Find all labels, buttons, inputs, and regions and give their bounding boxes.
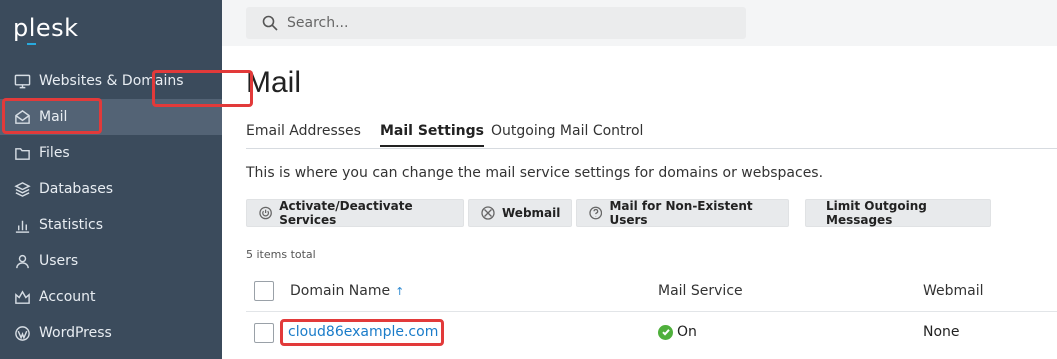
- mail-service-status: On: [658, 324, 697, 340]
- sidebar-item-statistics[interactable]: Statistics: [0, 207, 222, 243]
- tab-bar: Email Addresses Mail Settings Outgoing M…: [246, 123, 1057, 149]
- sidebar-item-users[interactable]: Users: [0, 243, 222, 279]
- highlight-box-domain: [280, 319, 444, 346]
- mail-service-value: On: [677, 324, 697, 340]
- sidebar-item-label: Users: [39, 253, 79, 269]
- table-header: Domain Name ↑ Mail Service Webmail: [246, 272, 1057, 312]
- items-total: 5 items total: [246, 248, 316, 261]
- user-icon: [13, 252, 31, 270]
- logo-accent: [27, 43, 36, 45]
- sidebar: plesk Websites & Domains Mail Files Data…: [0, 0, 222, 359]
- sort-ascending-icon: ↑: [395, 285, 405, 298]
- wordpress-icon: [13, 324, 31, 342]
- sidebar-item-label: Account: [39, 289, 96, 305]
- bar-chart-icon: [13, 216, 31, 234]
- plesk-logo[interactable]: plesk: [13, 14, 79, 42]
- tab-email-addresses[interactable]: Email Addresses: [246, 123, 361, 139]
- column-label: Domain Name: [290, 283, 391, 299]
- folder-icon: [13, 144, 31, 162]
- content-panel: Mail Email Addresses Mail Settings Outgo…: [222, 46, 1057, 359]
- button-label: Limit Outgoing Messages: [826, 199, 927, 227]
- sidebar-item-label: Databases: [39, 181, 114, 197]
- button-label: Activate/Deactivate Services: [279, 199, 413, 227]
- globe-icon: [481, 206, 495, 220]
- limit-outgoing-messages-button[interactable]: Limit Outgoing Messages: [805, 199, 991, 227]
- tab-mail-settings[interactable]: Mail Settings: [380, 123, 484, 147]
- column-header-domain-name[interactable]: Domain Name ↑: [290, 283, 404, 299]
- webmail-value: None: [923, 324, 960, 340]
- power-icon: [259, 206, 272, 220]
- sidebar-item-label: Statistics: [39, 217, 103, 233]
- database-icon: [13, 180, 31, 198]
- sidebar-item-files[interactable]: Files: [0, 135, 222, 171]
- sidebar-item-databases[interactable]: Databases: [0, 171, 222, 207]
- select-all-checkbox[interactable]: [254, 281, 274, 301]
- top-bar: Search...: [222, 0, 1057, 46]
- highlight-box-mail-settings-tab: [152, 70, 253, 107]
- question-icon: [589, 206, 603, 220]
- sidebar-item-wordpress[interactable]: WordPress: [0, 315, 222, 351]
- check-circle-icon: [658, 324, 673, 340]
- sidebar-item-label: Files: [39, 145, 70, 161]
- button-label: Webmail: [502, 206, 561, 220]
- monitor-icon: [13, 72, 31, 90]
- main-area: Search... Mail Email Addresses Mail Sett…: [222, 0, 1057, 359]
- webmail-button[interactable]: Webmail: [468, 199, 572, 227]
- sidebar-item-label: WordPress: [39, 325, 112, 341]
- column-header-webmail: Webmail: [923, 283, 984, 299]
- mail-for-non-existent-users-button[interactable]: Mail for Non-Existent Users: [576, 199, 789, 227]
- tab-outgoing-mail-control[interactable]: Outgoing Mail Control: [491, 123, 643, 139]
- page-title: Mail: [246, 66, 302, 99]
- search-input[interactable]: Search...: [246, 7, 746, 39]
- search-placeholder: Search...: [287, 15, 349, 31]
- column-header-mail-service: Mail Service: [658, 283, 743, 299]
- account-icon: [13, 288, 31, 306]
- highlight-box-mail: [2, 98, 102, 134]
- activate-deactivate-services-button[interactable]: Activate/Deactivate Services: [246, 199, 464, 227]
- row-checkbox[interactable]: [254, 323, 274, 343]
- button-label: Mail for Non-Existent Users: [609, 199, 753, 227]
- search-icon: [262, 15, 278, 31]
- page-description: This is where you can change the mail se…: [246, 165, 824, 181]
- sidebar-item-account[interactable]: Account: [0, 279, 222, 315]
